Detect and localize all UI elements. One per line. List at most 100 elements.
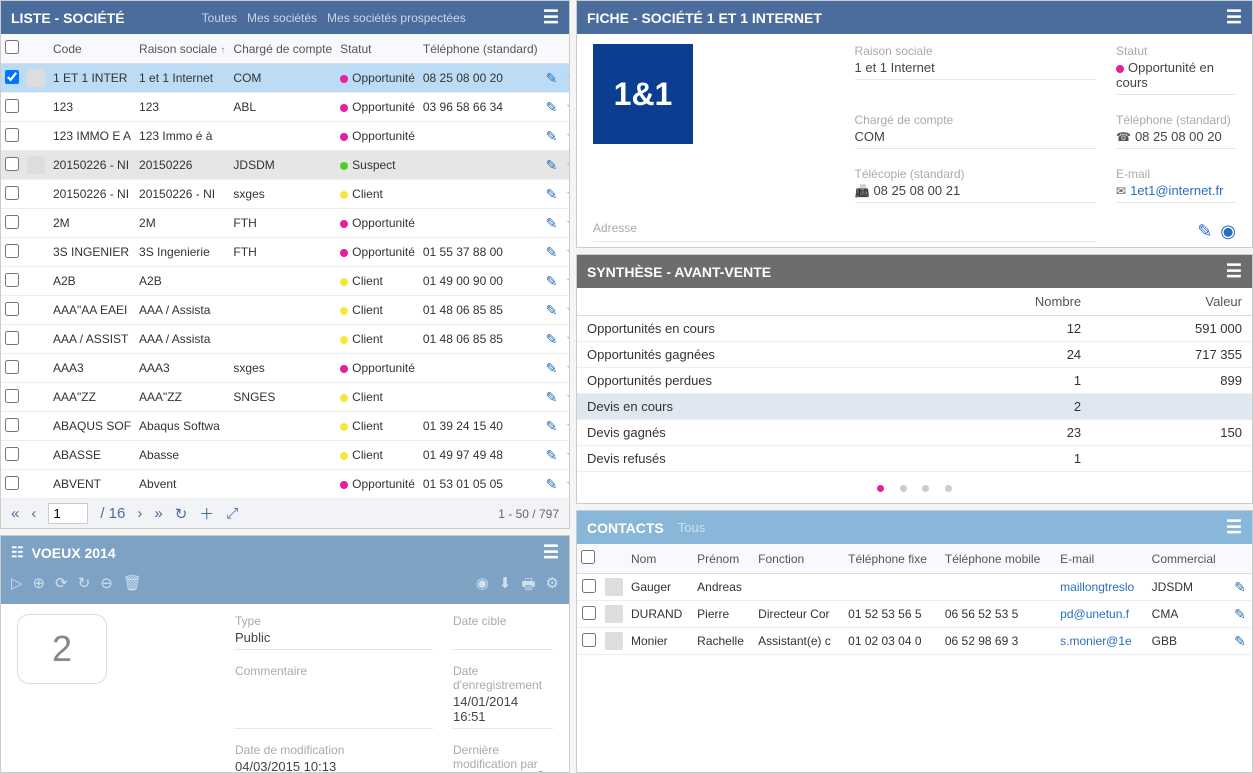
- dot-1[interactable]: [877, 485, 884, 492]
- table-row[interactable]: 123123ABLOpportunité03 96 58 66 34✎★: [1, 93, 570, 122]
- row-star-icon[interactable]: ★: [565, 186, 570, 203]
- col-prenom[interactable]: Prénom: [693, 544, 754, 574]
- cell-email[interactable]: s.monier@1e: [1056, 628, 1147, 655]
- row-star-icon[interactable]: ★: [565, 476, 570, 493]
- contact-checkbox[interactable]: [582, 633, 596, 647]
- col-nom[interactable]: Nom: [627, 544, 693, 574]
- row-star-icon[interactable]: ★: [565, 389, 570, 406]
- row-edit-icon[interactable]: ✎: [546, 273, 558, 289]
- voeux-print-icon[interactable]: 🖶: [521, 574, 535, 599]
- row-checkbox[interactable]: [5, 331, 19, 345]
- row-checkbox[interactable]: [5, 302, 19, 316]
- table-row[interactable]: AAA3AAA3sxgesOpportunité✎★: [1, 354, 570, 383]
- row-checkbox[interactable]: [5, 215, 19, 229]
- voeux-download-icon[interactable]: ⬇: [499, 574, 512, 599]
- pager-add-icon[interactable]: ＋: [199, 503, 214, 524]
- row-star-icon[interactable]: ★: [565, 215, 570, 232]
- synthese-row[interactable]: Opportunités en cours12591 000: [577, 316, 1252, 342]
- contact-row[interactable]: DURANDPierreDirecteur Cor01 52 53 56 506…: [577, 601, 1252, 628]
- table-row[interactable]: ABVENTAbventOpportunité01 53 01 05 05✎★: [1, 470, 570, 499]
- dot-2[interactable]: [900, 485, 907, 492]
- row-edit-icon[interactable]: ✎: [546, 360, 558, 376]
- contacts-menu-icon[interactable]: ☰: [1226, 517, 1242, 538]
- col-tel[interactable]: Téléphone (standard): [419, 34, 542, 64]
- row-checkbox[interactable]: [5, 128, 19, 142]
- row-checkbox[interactable]: [5, 476, 19, 490]
- row-star-icon[interactable]: ★: [565, 302, 570, 319]
- val-email[interactable]: 1et1@internet.fr: [1130, 183, 1223, 198]
- synthese-row[interactable]: Devis gagnés23150: [577, 420, 1252, 446]
- row-checkbox[interactable]: [5, 157, 19, 171]
- fiche-menu-icon[interactable]: ☰: [1226, 7, 1242, 28]
- col-raison[interactable]: Raison sociale: [139, 42, 217, 56]
- table-row[interactable]: 20150226 - NI20150226 - NIsxgesClient✎★: [1, 180, 570, 209]
- voeux-minus-icon[interactable]: ⊖: [100, 574, 113, 599]
- col-fonction[interactable]: Fonction: [754, 544, 844, 574]
- pager-next-icon[interactable]: ›: [137, 505, 142, 522]
- table-row[interactable]: 1 ET 1 INTER1 et 1 InternetCOMOpportunit…: [1, 64, 570, 93]
- tab-toutes[interactable]: Toutes: [202, 11, 237, 25]
- col-email[interactable]: E-mail: [1056, 544, 1147, 574]
- voeux-play-icon[interactable]: ▷: [11, 574, 23, 599]
- col-charge[interactable]: Chargé de compte: [229, 34, 336, 64]
- contact-edit-icon[interactable]: ✎: [1234, 633, 1246, 649]
- row-edit-icon[interactable]: ✎: [546, 157, 558, 173]
- dot-3[interactable]: [922, 485, 929, 492]
- synthese-menu-icon[interactable]: ☰: [1226, 261, 1242, 282]
- row-star-icon[interactable]: ★: [565, 157, 570, 174]
- voeux-eye-icon[interactable]: ◉: [476, 574, 489, 599]
- row-edit-icon[interactable]: ✎: [546, 186, 558, 202]
- sort-asc-icon[interactable]: ↑: [220, 45, 225, 56]
- row-checkbox[interactable]: [5, 70, 19, 84]
- row-edit-icon[interactable]: ✎: [546, 99, 558, 115]
- col-tel-mob[interactable]: Téléphone mobile: [941, 544, 1056, 574]
- synthese-row[interactable]: Opportunités gagnées24717 355: [577, 342, 1252, 368]
- pager-refresh-icon[interactable]: ↻: [175, 505, 188, 523]
- row-star-icon[interactable]: ★: [565, 418, 570, 435]
- contact-row[interactable]: MonierRachelleAssistant(e) c01 02 03 04 …: [577, 628, 1252, 655]
- row-checkbox[interactable]: [5, 447, 19, 461]
- fiche-edit-icon[interactable]: ✎: [1197, 221, 1212, 242]
- row-edit-icon[interactable]: ✎: [546, 447, 558, 463]
- table-row[interactable]: A2BA2BClient01 49 00 90 00✎★: [1, 267, 570, 296]
- table-row[interactable]: 20150226 - NI20150226JDSDMSuspect✎★: [1, 151, 570, 180]
- row-edit-icon[interactable]: ✎: [546, 70, 558, 86]
- voeux-sync-icon[interactable]: ↻: [78, 574, 91, 599]
- contact-edit-icon[interactable]: ✎: [1234, 606, 1246, 622]
- row-edit-icon[interactable]: ✎: [546, 331, 558, 347]
- row-edit-icon[interactable]: ✎: [546, 418, 558, 434]
- syn-col-valeur[interactable]: Valeur: [1091, 288, 1252, 316]
- contacts-select-all[interactable]: [581, 550, 595, 564]
- syn-col-nombre[interactable]: Nombre: [932, 288, 1091, 316]
- table-row[interactable]: AAA"ZZAAA"ZZSNGESClient✎★: [1, 383, 570, 412]
- voeux-gear-icon[interactable]: ⚙: [546, 574, 559, 599]
- row-checkbox[interactable]: [5, 360, 19, 374]
- voeux-trash-icon[interactable]: 🗑: [123, 574, 142, 599]
- pager-prev-icon[interactable]: ‹: [31, 505, 36, 522]
- pager-expand-icon[interactable]: ⤢: [226, 505, 238, 522]
- row-star-icon[interactable]: ★: [565, 331, 570, 348]
- row-star-icon[interactable]: ★: [565, 128, 570, 145]
- row-edit-icon[interactable]: ✎: [546, 302, 558, 318]
- table-row[interactable]: 3S INGENIER3S IngenierieFTHOpportunité01…: [1, 238, 570, 267]
- pager-last-icon[interactable]: »: [154, 505, 162, 522]
- table-row[interactable]: ABASSEAbasseClient01 49 97 49 48✎★: [1, 441, 570, 470]
- row-edit-icon[interactable]: ✎: [546, 244, 558, 260]
- row-checkbox[interactable]: [5, 418, 19, 432]
- table-row[interactable]: 123 IMMO E A123 Immo é àOpportunité✎★: [1, 122, 570, 151]
- contact-row[interactable]: GaugerAndreasmaillongtresloJDSDM✎: [577, 574, 1252, 601]
- contact-checkbox[interactable]: [582, 606, 596, 620]
- cell-email[interactable]: maillongtreslo: [1056, 574, 1147, 601]
- liste-menu-icon[interactable]: ☰: [543, 7, 559, 28]
- col-commercial[interactable]: Commercial: [1148, 544, 1228, 574]
- table-row[interactable]: AAA"AA EAEIAAA / AssistaClient01 48 06 8…: [1, 296, 570, 325]
- row-star-icon[interactable]: ★: [565, 360, 570, 377]
- col-code[interactable]: Code: [49, 34, 135, 64]
- contact-edit-icon[interactable]: ✎: [1234, 579, 1246, 595]
- synthese-row[interactable]: Opportunités perdues1899: [577, 368, 1252, 394]
- table-row[interactable]: 2M2MFTHOpportunité✎★: [1, 209, 570, 238]
- tab-mes-societes-prospectees[interactable]: Mes sociétés prospectées: [327, 11, 466, 25]
- pager-page-input[interactable]: [48, 503, 88, 524]
- table-row[interactable]: ABAQUS SOFAbaqus SoftwaClient01 39 24 15…: [1, 412, 570, 441]
- row-checkbox[interactable]: [5, 99, 19, 113]
